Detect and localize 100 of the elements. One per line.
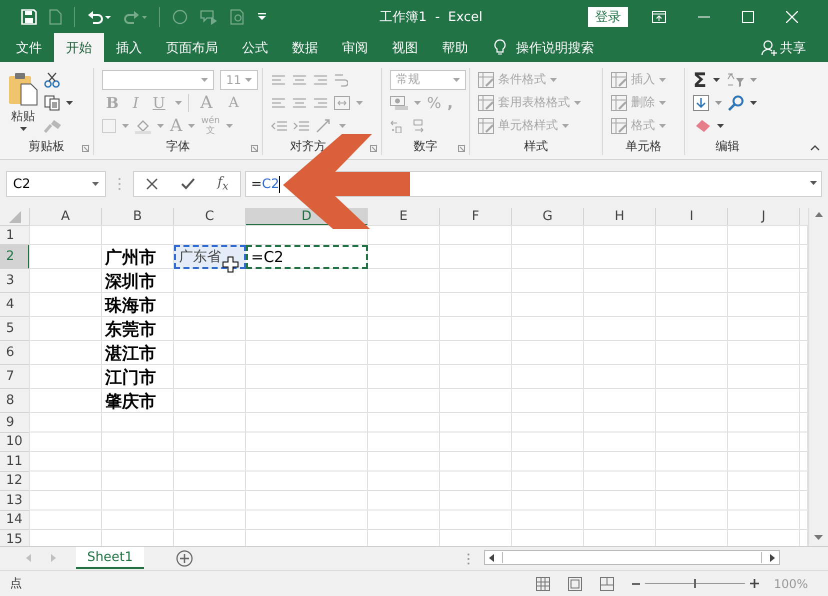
enter-icon[interactable]: [180, 178, 195, 190]
dialog-launcher-icon[interactable]: [370, 145, 377, 152]
caret-icon[interactable]: [717, 124, 724, 128]
table-grid-icon: [478, 118, 494, 134]
dialog-launcher-icon[interactable]: [82, 145, 89, 152]
scroll-left-icon[interactable]: [489, 554, 494, 562]
ribbon-tab[interactable]: 文件: [4, 33, 54, 62]
save-icon[interactable]: [21, 8, 37, 24]
autosum-button[interactable]: Σ: [693, 68, 707, 92]
table-cell[interactable]: =C2: [246, 245, 368, 269]
text-cursor-icon: [279, 176, 280, 192]
group-label: 编辑: [716, 139, 740, 153]
table-grid-icon: [611, 94, 627, 110]
ribbon-tab[interactable]: 帮助: [430, 33, 480, 62]
customize-icon[interactable]: [258, 12, 266, 20]
drag-handle-icon: [467, 553, 470, 565]
ribbon-tab[interactable]: 视图: [380, 33, 430, 62]
normal-view-icon[interactable]: [536, 576, 550, 590]
group-label: 对齐方: [290, 139, 326, 153]
group-label: 剪贴板: [28, 139, 64, 153]
cell-reference: C2: [13, 176, 30, 192]
table-cell[interactable]: 肇庆市: [102, 389, 174, 413]
group-label: 单元格: [626, 139, 662, 153]
formula-text: =C2: [251, 176, 280, 192]
scroll-up-icon[interactable]: [814, 212, 822, 217]
fill-down-icon[interactable]: [693, 94, 709, 110]
previous-sheet-icon[interactable]: [26, 554, 31, 562]
table-cell[interactable]: 珠海市: [102, 293, 174, 317]
table-grid-icon: [611, 118, 627, 134]
group-label: 样式: [524, 139, 548, 153]
caret-icon[interactable]: [712, 78, 720, 82]
name-box[interactable]: C2: [6, 171, 106, 197]
row-header[interactable]: 10: [0, 432, 30, 452]
person-add-icon[interactable]: [761, 40, 777, 56]
search-icon[interactable]: [728, 94, 744, 110]
row-header[interactable]: 12: [0, 472, 30, 491]
ribbon-display-icon[interactable]: [652, 10, 666, 22]
redo-icon[interactable]: [123, 8, 147, 24]
close-icon[interactable]: [786, 10, 798, 22]
table-cell[interactable]: 江门市: [102, 365, 174, 389]
group-label: 数字: [414, 139, 438, 153]
sort-filter-icon[interactable]: [726, 72, 744, 88]
drag-handle-icon: [118, 177, 121, 191]
table-cell[interactable]: 湛江市: [102, 341, 174, 365]
caret-icon[interactable]: [750, 100, 757, 104]
maximize-icon[interactable]: [742, 10, 754, 22]
format-painter-icon[interactable]: [44, 118, 62, 132]
copy-icon[interactable]: [44, 94, 60, 110]
status-mode: 点: [10, 575, 22, 592]
row-header[interactable]: 13: [0, 491, 30, 510]
cancel-icon[interactable]: [146, 178, 158, 190]
dialog-launcher-icon[interactable]: [251, 145, 258, 152]
print-preview-icon[interactable]: [230, 8, 246, 24]
scroll-down-icon[interactable]: [814, 535, 823, 540]
zoom-in-icon[interactable]: [750, 579, 759, 588]
group-label: 字体: [166, 139, 190, 153]
shape-icon[interactable]: [200, 8, 218, 24]
cursor-icon: [222, 256, 239, 273]
scissors-icon[interactable]: [44, 72, 60, 88]
page-break-icon[interactable]: [600, 576, 614, 590]
next-sheet-icon[interactable]: [51, 554, 56, 562]
new-document-icon[interactable]: [49, 8, 62, 24]
login-button[interactable]: 登录: [588, 6, 628, 26]
zoom-slider-thumb[interactable]: [694, 579, 696, 588]
ribbon-tab[interactable]: 插入: [104, 33, 154, 62]
undo-icon[interactable]: [87, 8, 111, 24]
tell-me-search[interactable]: 操作说明搜索: [516, 38, 594, 56]
add-sheet-icon[interactable]: [176, 550, 193, 567]
font-size-value: 11: [226, 72, 242, 86]
ribbon-tab[interactable]: 公式: [230, 33, 280, 62]
ribbon-tab[interactable]: 开始: [54, 33, 104, 62]
caret-icon[interactable]: [810, 181, 817, 185]
page-layout-icon[interactable]: [568, 576, 582, 590]
ribbon-tab[interactable]: 审阅: [330, 33, 380, 62]
sheet-tab[interactable]: Sheet1: [76, 547, 144, 569]
paste-label[interactable]: 粘贴: [11, 108, 35, 125]
caret-icon[interactable]: [20, 127, 26, 131]
select-all-icon[interactable]: [8, 210, 20, 222]
table-grid-icon: [478, 94, 494, 110]
caret-icon[interactable]: [66, 100, 73, 104]
ribbon-tab[interactable]: 数据: [280, 33, 330, 62]
table-cell[interactable]: 深圳市: [102, 269, 174, 293]
insert-function-button[interactable]: f$_{x}$: [218, 175, 228, 193]
number-format-value: 常规: [396, 71, 420, 88]
collapse-ribbon-icon[interactable]: [810, 145, 820, 151]
horizontal-scrollbar[interactable]: [484, 550, 780, 565]
share-button[interactable]: 共享: [780, 38, 806, 56]
circle-icon[interactable]: [172, 8, 188, 24]
table-cell[interactable]: 广州市: [102, 245, 174, 269]
row-header[interactable]: 9: [0, 413, 30, 432]
ribbon-tab[interactable]: 页面布局: [154, 33, 230, 62]
table-grid-icon: [611, 72, 627, 88]
lightbulb-icon[interactable]: [494, 39, 506, 56]
caret-icon[interactable]: [92, 182, 99, 186]
row-header[interactable]: 14: [0, 510, 30, 530]
scroll-right-icon[interactable]: [770, 554, 775, 562]
row-header[interactable]: 2: [0, 245, 30, 269]
table-cell[interactable]: 东莞市: [102, 317, 174, 341]
paste-icon[interactable]: [8, 72, 38, 106]
dialog-launcher-icon[interactable]: [458, 145, 465, 152]
